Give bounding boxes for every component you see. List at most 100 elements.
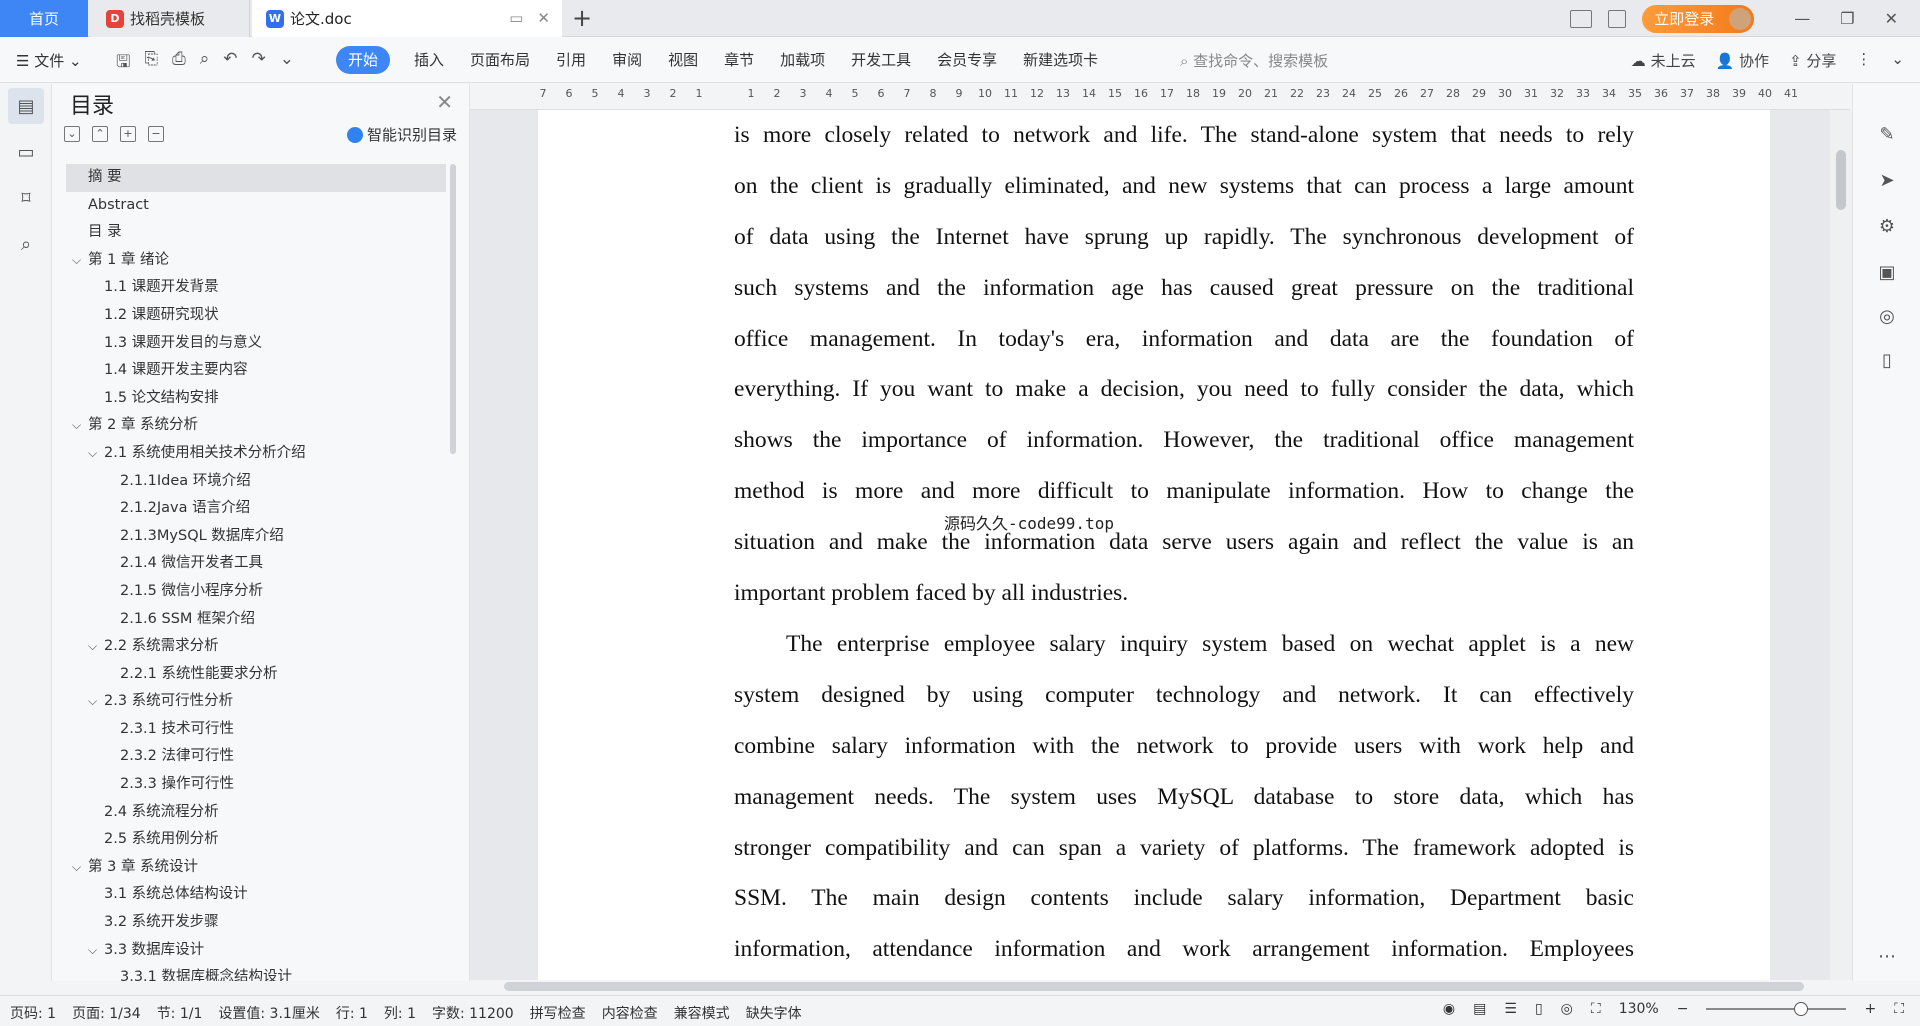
toc-item[interactable]: ⌵ 3.3 数据库设计 (66, 937, 446, 965)
pin-icon[interactable]: ▭ (509, 9, 523, 27)
close-window-icon[interactable]: ✕ (1885, 9, 1898, 28)
vertical-scrollbar[interactable] (1830, 110, 1852, 980)
status-item[interactable]: 拼写检查 (530, 1003, 586, 1023)
menu-tab[interactable]: 加载项 (778, 46, 827, 74)
toc-scrollbar[interactable] (450, 164, 456, 454)
pen-icon[interactable]: ✎ (1875, 124, 1899, 148)
cloud-status[interactable]: ☁ 未上云 (1631, 50, 1696, 71)
toc-item[interactable]: 2.3.3 操作可行性 (66, 771, 446, 799)
toc-item[interactable]: 3.2 系统开发步骤 (66, 909, 446, 937)
more-icon[interactable]: ⌄ (280, 49, 294, 78)
read-view-icon[interactable]: ▯ (1535, 1001, 1543, 1017)
zoom-out-icon[interactable]: − (1677, 1001, 1689, 1017)
horizontal-scroll-thumb[interactable] (504, 982, 1804, 991)
tab-template[interactable]: D 找稻壳模板 (90, 0, 250, 37)
more-options-icon[interactable]: ⋮ (1856, 50, 1871, 71)
menu-tab[interactable]: 会员专享 (935, 46, 999, 74)
menu-tab[interactable]: 页面布局 (468, 46, 532, 74)
more-tools-icon[interactable]: ⋯ (1875, 946, 1899, 970)
paragraph-1[interactable]: is more closely related to network and l… (734, 110, 1634, 619)
chevron-down-icon[interactable]: ⌵ (72, 854, 81, 882)
close-tab-icon[interactable]: ✕ (537, 9, 550, 27)
vertical-scroll-thumb[interactable] (1836, 150, 1846, 210)
menu-tab[interactable]: 审阅 (610, 46, 644, 74)
toc-item[interactable]: 2.1.5 微信小程序分析 (66, 578, 446, 606)
toc-item[interactable]: 3.1 系统总体结构设计 (66, 881, 446, 909)
status-item[interactable]: 缺失字体 (746, 1003, 802, 1023)
menu-tab[interactable]: 引用 (554, 46, 588, 74)
bookmark-icon[interactable]: ⌑ (8, 180, 44, 216)
paragraph-2[interactable]: The enterprise employee salary inquiry s… (734, 619, 1634, 975)
toc-item[interactable]: 2.4 系统流程分析 (66, 799, 446, 827)
undo-icon[interactable]: ↶ (223, 49, 237, 78)
toc-item[interactable]: 1.2 课题研究现状 (66, 302, 446, 330)
fit-icon[interactable]: ⛶ (1591, 1001, 1601, 1017)
restore-icon[interactable]: ❐ (1840, 9, 1854, 28)
menu-tab[interactable]: 章节 (722, 46, 756, 74)
collapse-ribbon-icon[interactable]: ⌄ (1891, 50, 1904, 71)
toc-item[interactable]: 2.3.1 技术可行性 (66, 716, 446, 744)
toc-item[interactable]: 目 录 (66, 219, 446, 247)
layout-icon[interactable] (1570, 9, 1593, 28)
toc-item[interactable]: 摘 要 (66, 164, 446, 192)
eye-protect-icon[interactable]: ◉ (1443, 1001, 1455, 1017)
adjust-icon[interactable]: ⚙ (1875, 216, 1899, 240)
toc-item[interactable]: ⌵ 2.1 系统使用相关技术分析介绍 (66, 440, 446, 468)
share-button[interactable]: ⇪ 分享 (1789, 50, 1836, 71)
toc-item[interactable]: 1.3 课题开发目的与意义 (66, 330, 446, 358)
toc-item[interactable]: 1.4 课题开发主要内容 (66, 357, 446, 385)
chapter-icon[interactable]: ▭ (8, 134, 44, 170)
pointer-icon[interactable]: ➤ (1875, 170, 1899, 194)
chevron-down-icon[interactable]: ⌵ (72, 247, 81, 275)
toc-item[interactable]: 1.5 论文结构安排 (66, 385, 446, 413)
add-heading-icon[interactable]: + (120, 126, 136, 142)
smart-toc-button[interactable]: 智能识别目录 (346, 124, 457, 145)
preview-icon[interactable]: ⌕ (200, 49, 210, 78)
menu-tab[interactable]: 开始 (336, 46, 391, 74)
zoom-knob[interactable] (1794, 1002, 1809, 1016)
toc-item[interactable]: ⌵ 第 1 章 绪论 (66, 247, 446, 275)
search-icon[interactable]: ⌕ (8, 226, 44, 262)
toc-item[interactable]: 2.1.2Java 语言介绍 (66, 495, 446, 523)
print-icon[interactable]: ⎙ (172, 49, 186, 78)
new-tab-button[interactable]: + (572, 4, 592, 32)
zoom-level[interactable]: 130% (1619, 1001, 1659, 1017)
apps-grid-icon[interactable] (1608, 9, 1627, 28)
toc-item[interactable]: 2.1.3MySQL 数据库介绍 (66, 523, 446, 551)
ai-assistant-icon[interactable]: ◎ (1875, 306, 1899, 330)
toc-item[interactable]: ⌵ 2.2 系统需求分析 (66, 633, 446, 661)
document-page[interactable]: is more closely related to network and l… (538, 110, 1770, 980)
collapse-all-icon[interactable]: ⌃ (92, 126, 108, 142)
toc-item[interactable]: 2.1.4 微信开发者工具 (66, 550, 446, 578)
chevron-down-icon[interactable]: ⌵ (88, 688, 97, 716)
status-item[interactable]: 兼容模式 (674, 1003, 730, 1023)
toc-item[interactable]: 3.3.1 数据库概念结构设计 (66, 964, 446, 981)
page-view-icon[interactable]: ▤ (1473, 1001, 1486, 1017)
tab-document[interactable]: W 论文.doc ▭ ✕ (252, 0, 562, 37)
menu-tab[interactable]: 开发工具 (849, 46, 913, 74)
chevron-down-icon[interactable]: ⌵ (88, 937, 97, 965)
chevron-down-icon[interactable]: ⌵ (72, 412, 81, 440)
export-icon[interactable]: ⎘ (144, 49, 158, 78)
minimize-icon[interactable]: — (1794, 9, 1810, 28)
toc-item[interactable]: 2.1.1Idea 环境介绍 (66, 468, 446, 496)
zoom-in-icon[interactable]: + (1864, 1001, 1876, 1017)
toc-item[interactable]: ⌵ 2.3 系统可行性分析 (66, 688, 446, 716)
menu-tab[interactable]: 视图 (666, 46, 700, 74)
toc-item[interactable]: 2.1.6 SSM 框架介绍 (66, 606, 446, 634)
toc-item[interactable]: ⌵ 第 2 章 系统分析 (66, 412, 446, 440)
remove-heading-icon[interactable]: − (148, 126, 164, 142)
chevron-down-icon[interactable]: ⌵ (88, 440, 97, 468)
toc-item[interactable]: 2.2.1 系统性能要求分析 (66, 661, 446, 689)
command-search[interactable]: ⌕ 查找命令、搜索模板 (1180, 50, 1328, 71)
file-menu[interactable]: ☰ 文件 ⌄ (16, 50, 82, 71)
toc-item[interactable]: 2.5 系统用例分析 (66, 826, 446, 854)
menu-tab[interactable]: 新建选项卡 (1021, 46, 1100, 74)
chevron-down-icon[interactable]: ⌵ (88, 633, 97, 661)
toc-item[interactable]: 2.3.2 法律可行性 (66, 743, 446, 771)
status-item[interactable]: 内容检查 (602, 1003, 658, 1023)
fullscreen-icon[interactable]: ⛶ (1894, 1001, 1904, 1017)
close-icon[interactable]: ✕ (436, 90, 453, 114)
reading-icon[interactable]: ▯ (1875, 350, 1899, 374)
save-icon[interactable]: 🖫 (116, 49, 130, 78)
